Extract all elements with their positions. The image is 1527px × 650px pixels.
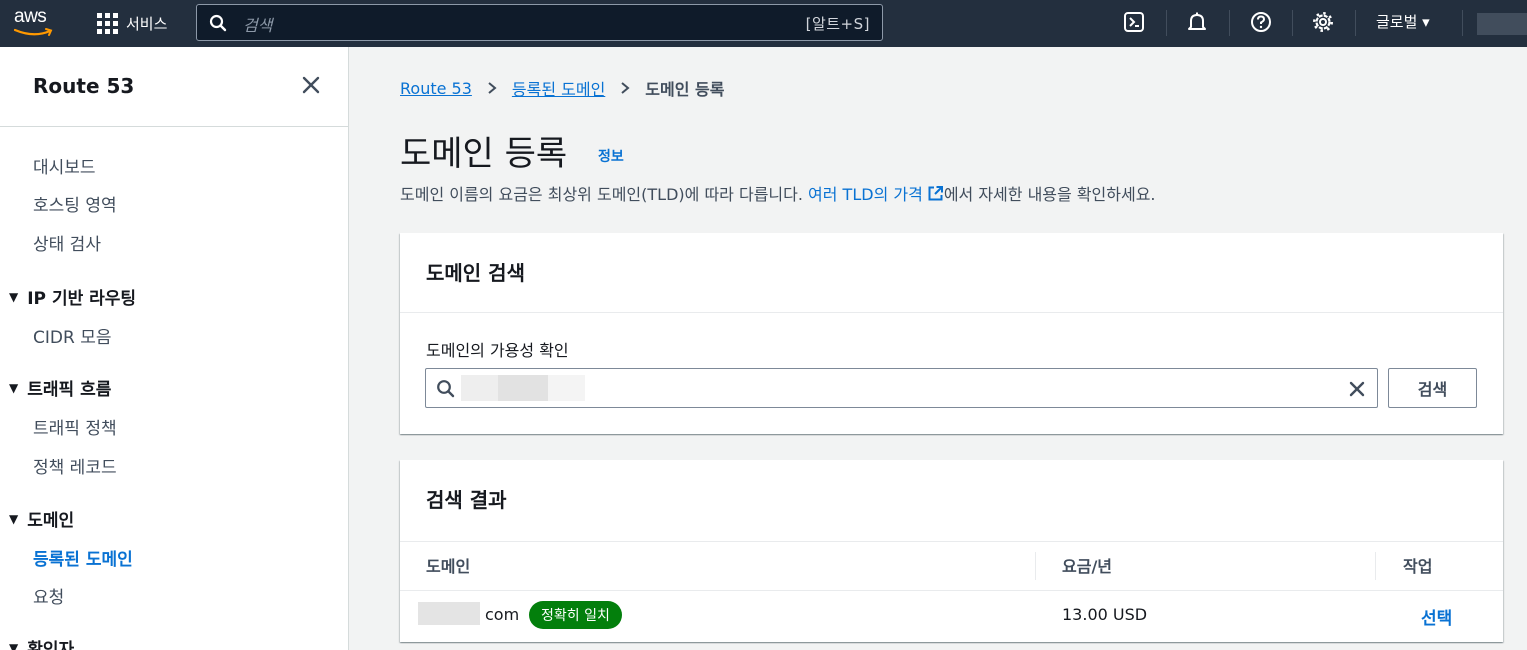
nav-divider bbox=[1166, 10, 1167, 36]
nav-divider bbox=[1355, 10, 1356, 36]
exact-match-badge: 정확히 일치 bbox=[529, 601, 622, 629]
search-results-title: 검색 결과 bbox=[400, 460, 1503, 542]
external-link-icon bbox=[928, 186, 943, 201]
sidebar-section-label: 도메인 bbox=[27, 511, 75, 531]
clear-icon[interactable] bbox=[1347, 379, 1367, 399]
nav-divider bbox=[1229, 10, 1230, 36]
price-value: 13.00 USD bbox=[1062, 605, 1148, 624]
domain-search-input[interactable] bbox=[425, 368, 1378, 408]
info-link[interactable]: 정보 bbox=[598, 146, 624, 166]
page-description: 도메인 이름의 요금은 최상위 도메인(TLD)에 따라 다릅니다. 여러 TL… bbox=[400, 181, 1156, 205]
account-menu[interactable] bbox=[1477, 13, 1527, 35]
help-icon[interactable] bbox=[1248, 9, 1274, 35]
column-header-price: 요금/년 bbox=[1062, 557, 1113, 576]
tld-pricing-link[interactable]: 여러 TLD의 가격 bbox=[808, 185, 944, 204]
search-icon bbox=[209, 14, 227, 32]
sidebar-section-ip-routing[interactable]: ▼ IP 기반 라우팅 bbox=[9, 284, 136, 309]
caret-down-icon: ▼ bbox=[9, 640, 19, 650]
sidebar-section-domains[interactable]: ▼ 도메인 bbox=[9, 506, 74, 531]
search-results-card: 검색 결과 도메인 요금/년 작업 com 정확히 일치 13.00 USD 선… bbox=[400, 460, 1503, 642]
aws-smile-icon bbox=[14, 28, 53, 36]
redacted-domain-value bbox=[461, 375, 585, 401]
sidebar-item-dashboard[interactable]: 대시보드 bbox=[33, 153, 96, 178]
region-selector[interactable]: 글로벌 ▾ bbox=[1376, 11, 1430, 32]
services-menu-button[interactable]: 서비스 bbox=[97, 10, 167, 36]
breadcrumb-route53[interactable]: Route 53 bbox=[400, 79, 472, 98]
redacted-domain-name bbox=[418, 602, 480, 625]
nav-divider bbox=[1292, 10, 1293, 36]
sidebar-section-label: 확인자 bbox=[27, 640, 75, 650]
sidebar-item-cidr-collections[interactable]: CIDR 모음 bbox=[33, 323, 111, 348]
sidebar-section-label: 트래픽 흐름 bbox=[27, 380, 112, 400]
availability-field-label: 도메인의 가용성 확인 bbox=[426, 341, 569, 360]
search-placeholder: 검색 bbox=[243, 16, 273, 35]
table-row: com 정확히 일치 13.00 USD 선택 bbox=[400, 591, 1503, 642]
sidebar-item-hosted-zones[interactable]: 호스팅 영역 bbox=[33, 191, 117, 216]
sidebar-divider bbox=[0, 126, 348, 127]
caret-down-icon: ▼ bbox=[9, 289, 19, 304]
domain-search-card: 도메인 검색 도메인의 가용성 확인 검색 bbox=[400, 233, 1503, 434]
sidebar-section-traffic-flow[interactable]: ▼ 트래픽 흐름 bbox=[9, 375, 111, 400]
search-shortcut: [알트+S] bbox=[805, 15, 870, 33]
aws-logo[interactable]: aws bbox=[14, 6, 56, 38]
gear-icon[interactable] bbox=[1310, 9, 1336, 35]
sidebar-item-policy-records[interactable]: 정책 레코드 bbox=[33, 453, 117, 478]
services-label: 서비스 bbox=[126, 14, 168, 33]
sidebar-title[interactable]: Route 53 bbox=[33, 74, 134, 98]
caret-down-icon: ▼ bbox=[9, 380, 19, 395]
search-icon bbox=[437, 380, 455, 398]
top-navigation: aws 서비스 검색 [알트+S] 글로벌 ▾ bbox=[0, 0, 1527, 47]
close-icon[interactable] bbox=[300, 74, 322, 100]
breadcrumb: Route 53 등록된 도메인 도메인 등록 bbox=[400, 76, 724, 100]
grid-icon bbox=[97, 12, 118, 34]
sidebar-section-label: IP 기반 라우팅 bbox=[27, 289, 137, 309]
description-text-end: 에서 자세한 내용을 확인하세요. bbox=[943, 185, 1156, 204]
description-text: 도메인 이름의 요금은 최상위 도메인(TLD)에 따라 다릅니다. bbox=[400, 185, 809, 204]
sidebar-item-traffic-policies[interactable]: 트래픽 정책 bbox=[33, 414, 117, 439]
caret-down-icon: ▼ bbox=[9, 511, 19, 526]
breadcrumb-registered-domains[interactable]: 등록된 도메인 bbox=[512, 76, 605, 100]
column-header-domain: 도메인 bbox=[426, 557, 471, 576]
chevron-right-icon bbox=[621, 82, 630, 94]
nav-divider bbox=[1462, 10, 1463, 36]
page-title: 도메인 등록 bbox=[400, 134, 568, 174]
sidebar: Route 53 대시보드 호스팅 영역 상태 검사 ▼ IP 기반 라우팅 C… bbox=[0, 47, 349, 650]
tld-pricing-link-label: 여러 TLD의 가격 bbox=[808, 185, 923, 204]
sidebar-item-registered-domains[interactable]: 등록된 도메인 bbox=[33, 545, 133, 570]
sidebar-section-resolver[interactable]: ▼ 확인자 bbox=[9, 635, 74, 650]
column-header-action: 작업 bbox=[1403, 557, 1433, 576]
global-search-input[interactable]: 검색 [알트+S] bbox=[196, 4, 883, 41]
domain-suffix: com bbox=[485, 605, 520, 624]
sidebar-item-health-checks[interactable]: 상태 검사 bbox=[33, 230, 101, 255]
chevron-right-icon bbox=[488, 82, 497, 94]
select-link[interactable]: 선택 bbox=[1421, 604, 1452, 629]
sidebar-item-requests[interactable]: 요청 bbox=[33, 583, 64, 608]
cloudshell-icon[interactable] bbox=[1121, 9, 1147, 35]
bell-icon[interactable] bbox=[1184, 9, 1210, 35]
search-button[interactable]: 검색 bbox=[1388, 368, 1477, 408]
column-divider bbox=[1375, 552, 1376, 580]
column-divider bbox=[1035, 552, 1036, 580]
breadcrumb-current: 도메인 등록 bbox=[645, 80, 725, 99]
domain-search-title: 도메인 검색 bbox=[400, 233, 1503, 313]
aws-logo-text: aws bbox=[14, 6, 47, 27]
